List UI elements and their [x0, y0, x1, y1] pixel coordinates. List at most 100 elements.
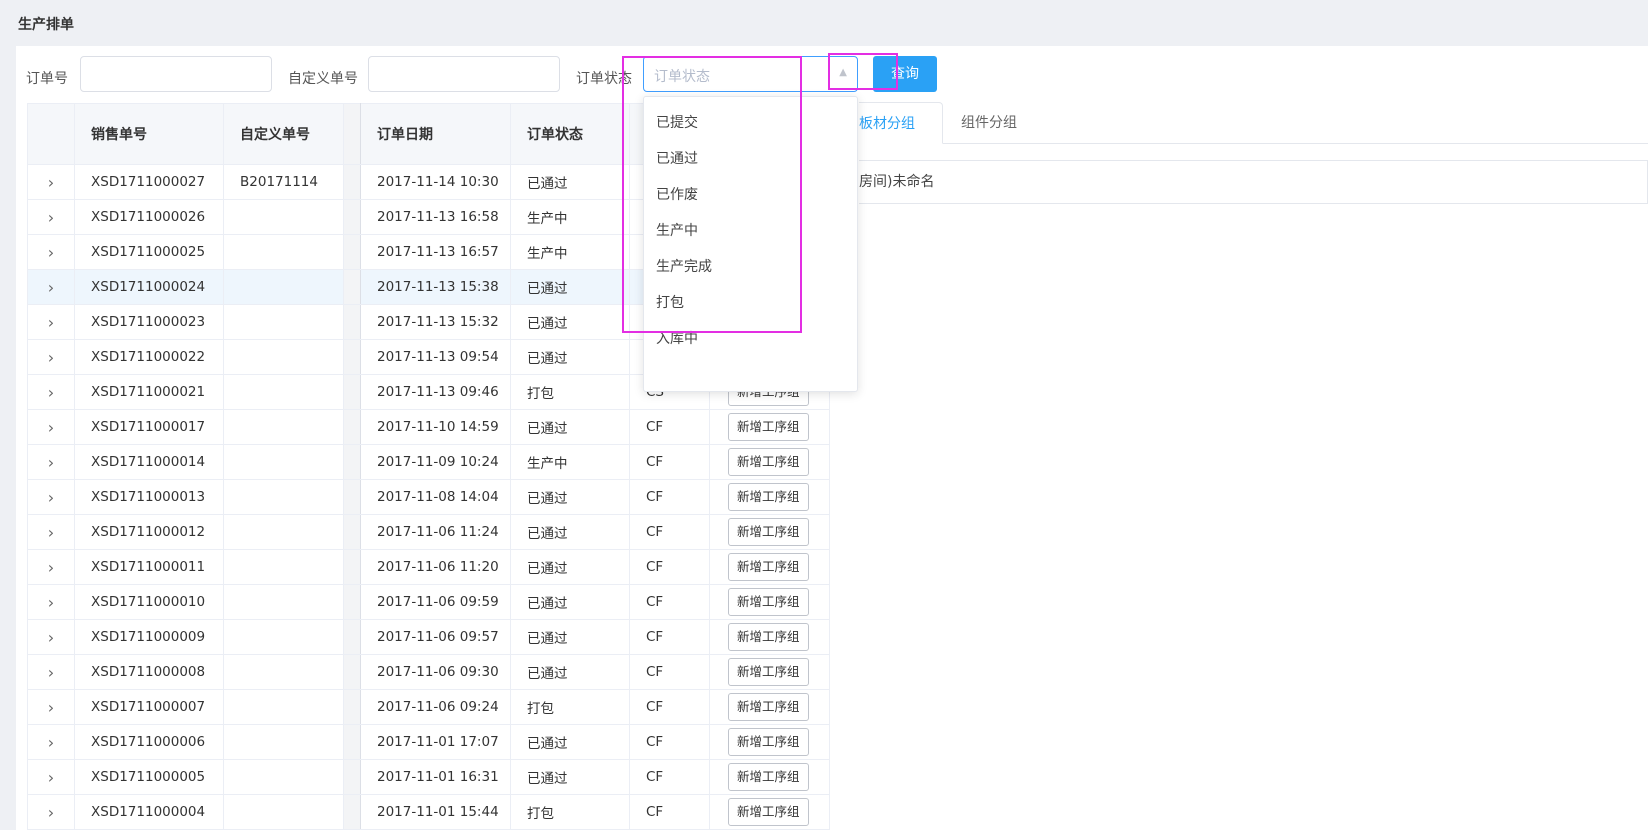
column-separator: [343, 794, 361, 830]
cell-status: 已通过: [510, 479, 630, 515]
cell-code: CF: [629, 794, 710, 830]
column-separator: [343, 234, 361, 270]
dropdown-option[interactable]: 入库中: [644, 321, 857, 357]
group-item[interactable]: 房间)未命名: [859, 160, 1648, 204]
dropdown-option[interactable]: 已通过: [644, 141, 857, 177]
custom-no-input[interactable]: [368, 56, 560, 92]
cell-actions: 新增工序组: [709, 444, 830, 480]
cell-sales-no: XSD1711000026: [74, 199, 224, 235]
table-row[interactable]: › XSD1711000013 2017-11-08 14:04 已通过 CF …: [27, 479, 830, 515]
expand-chevron-icon[interactable]: ›: [27, 164, 75, 200]
cell-order-date: 2017-11-13 16:58: [360, 199, 511, 235]
table-row[interactable]: › XSD1711000007 2017-11-06 09:24 打包 CF 新…: [27, 689, 830, 725]
cell-status: 已通过: [510, 269, 630, 305]
expand-chevron-icon[interactable]: ›: [27, 654, 75, 690]
table-row[interactable]: › XSD1711000014 2017-11-09 10:24 生产中 CF …: [27, 444, 830, 480]
cell-custom-no: [223, 759, 344, 795]
expand-chevron-icon[interactable]: ›: [27, 724, 75, 760]
expand-chevron-icon[interactable]: ›: [27, 234, 75, 270]
status-dropdown: 已提交 已通过 已作废 生产中 生产完成 打包 入库中: [643, 96, 858, 392]
table-row[interactable]: › XSD1711000005 2017-11-01 16:31 已通过 CF …: [27, 759, 830, 795]
add-process-group-button[interactable]: 新增工序组: [728, 518, 809, 546]
dropdown-option[interactable]: 已作废: [644, 177, 857, 213]
expand-chevron-icon[interactable]: ›: [27, 199, 75, 235]
column-separator: [343, 654, 361, 690]
column-separator: [343, 269, 361, 305]
table-row[interactable]: › XSD1711000010 2017-11-06 09:59 已通过 CF …: [27, 584, 830, 620]
tab-board-group[interactable]: 板材分组: [859, 102, 943, 144]
query-button[interactable]: 查询: [873, 56, 937, 92]
cell-code: CF: [629, 724, 710, 760]
column-separator: [343, 304, 361, 340]
table-row[interactable]: › XSD1711000012 2017-11-06 11:24 已通过 CF …: [27, 514, 830, 550]
expand-chevron-icon[interactable]: ›: [27, 444, 75, 480]
add-process-group-button[interactable]: 新增工序组: [728, 728, 809, 756]
dropdown-option[interactable]: 生产完成: [644, 249, 857, 285]
cell-order-date: 2017-11-06 09:30: [360, 654, 511, 690]
cell-code: CF: [629, 444, 710, 480]
expand-chevron-icon[interactable]: ›: [27, 794, 75, 830]
add-process-group-button[interactable]: 新增工序组: [728, 483, 809, 511]
add-process-group-button[interactable]: 新增工序组: [728, 658, 809, 686]
cell-order-date: 2017-11-14 10:30: [360, 164, 511, 200]
dropdown-option[interactable]: 打包: [644, 285, 857, 321]
expand-chevron-icon[interactable]: ›: [27, 689, 75, 725]
group-tabs: 板材分组 组件分组: [859, 102, 1648, 144]
cell-code: CF: [629, 654, 710, 690]
expand-chevron-icon[interactable]: ›: [27, 339, 75, 375]
expand-chevron-icon[interactable]: ›: [27, 479, 75, 515]
cell-custom-no: [223, 619, 344, 655]
table-row[interactable]: › XSD1711000008 2017-11-06 09:30 已通过 CF …: [27, 654, 830, 690]
cell-custom-no: [223, 234, 344, 270]
expand-chevron-icon[interactable]: ›: [27, 549, 75, 585]
tab-component-group[interactable]: 组件分组: [961, 102, 1017, 144]
cell-custom-no: [223, 724, 344, 760]
header-order-date[interactable]: 订单日期: [360, 103, 511, 165]
add-process-group-button[interactable]: 新增工序组: [728, 693, 809, 721]
expand-chevron-icon[interactable]: ›: [27, 759, 75, 795]
cell-order-date: 2017-11-10 14:59: [360, 409, 511, 445]
expand-chevron-icon[interactable]: ›: [27, 409, 75, 445]
add-process-group-button[interactable]: 新增工序组: [728, 448, 809, 476]
cell-order-date: 2017-11-06 09:57: [360, 619, 511, 655]
cell-status: 已通过: [510, 164, 630, 200]
add-process-group-button[interactable]: 新增工序组: [728, 763, 809, 791]
table-row[interactable]: › XSD1711000009 2017-11-06 09:57 已通过 CF …: [27, 619, 830, 655]
cell-code: CF: [629, 409, 710, 445]
add-process-group-button[interactable]: 新增工序组: [728, 413, 809, 441]
add-process-group-button[interactable]: 新增工序组: [728, 553, 809, 581]
expand-chevron-icon[interactable]: ›: [27, 619, 75, 655]
cell-sales-no: XSD1711000014: [74, 444, 224, 480]
expand-chevron-icon[interactable]: ›: [27, 374, 75, 410]
cell-sales-no: XSD1711000004: [74, 794, 224, 830]
cell-actions: 新增工序组: [709, 689, 830, 725]
cell-status: 已通过: [510, 584, 630, 620]
add-process-group-button[interactable]: 新增工序组: [728, 588, 809, 616]
table-row[interactable]: › XSD1711000004 2017-11-01 15:44 打包 CF 新…: [27, 794, 830, 830]
table-row[interactable]: › XSD1711000011 2017-11-06 11:20 已通过 CF …: [27, 549, 830, 585]
column-separator: [343, 549, 361, 585]
header-custom-no[interactable]: 自定义单号: [223, 103, 344, 165]
add-process-group-button[interactable]: 新增工序组: [728, 623, 809, 651]
table-row[interactable]: › XSD1711000017 2017-11-10 14:59 已通过 CF …: [27, 409, 830, 445]
cell-order-date: 2017-11-06 09:24: [360, 689, 511, 725]
cell-sales-no: XSD1711000005: [74, 759, 224, 795]
expand-chevron-icon[interactable]: ›: [27, 304, 75, 340]
column-separator: [343, 164, 361, 200]
add-process-group-button[interactable]: 新增工序组: [728, 798, 809, 826]
expand-chevron-icon[interactable]: ›: [27, 514, 75, 550]
order-no-input[interactable]: [80, 56, 272, 92]
header-sales-no[interactable]: 销售单号: [74, 103, 224, 165]
cell-order-date: 2017-11-08 14:04: [360, 479, 511, 515]
main-panel: 订单号 自定义单号 订单状态 订单状态 ▲ 查询 销售单号 自定义单号 订单日期…: [16, 46, 1648, 830]
expand-chevron-icon[interactable]: ›: [27, 584, 75, 620]
table-row[interactable]: › XSD1711000006 2017-11-01 17:07 已通过 CF …: [27, 724, 830, 760]
cell-code: CF: [629, 549, 710, 585]
dropdown-option[interactable]: 生产中: [644, 213, 857, 249]
column-separator: [343, 409, 361, 445]
dropdown-option[interactable]: 已提交: [644, 105, 857, 141]
header-status[interactable]: 订单状态: [510, 103, 630, 165]
expand-chevron-icon[interactable]: ›: [27, 269, 75, 305]
status-select[interactable]: 订单状态 ▲: [643, 56, 858, 92]
cell-status: 已通过: [510, 549, 630, 585]
